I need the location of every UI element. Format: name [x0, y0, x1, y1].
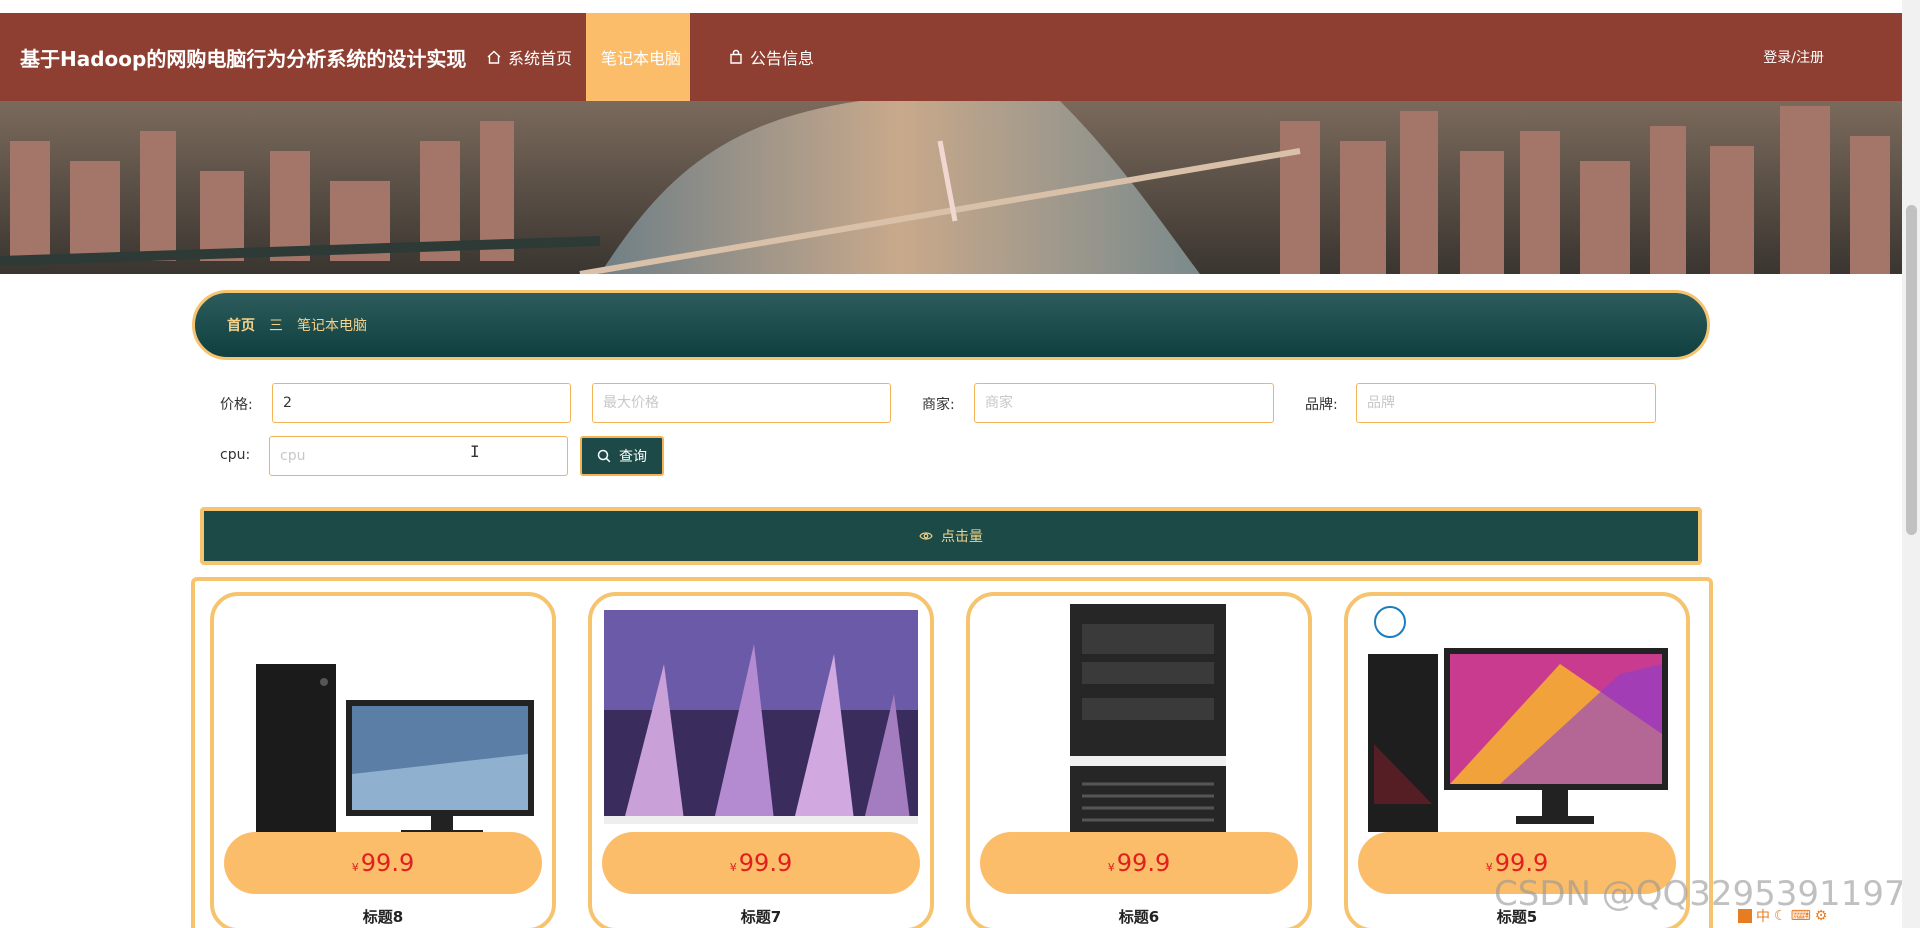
product-card[interactable]: ¥ 99.9 标题6	[966, 592, 1312, 928]
nav-item-notices[interactable]: 公告信息	[728, 13, 814, 101]
sort-bar-label: 点击量	[941, 529, 983, 545]
nav-item-home-label: 系统首页	[508, 49, 573, 68]
merchant-label: 商家:	[922, 397, 955, 413]
text-cursor-icon: I	[470, 442, 480, 461]
breadcrumb: 首页 三 笔记本电脑	[192, 290, 1710, 360]
banner-image	[0, 101, 1920, 274]
cpu-input[interactable]	[269, 436, 568, 476]
keyboard-icon: ⌨	[1790, 908, 1811, 924]
nav-item-notices-label: 公告信息	[750, 49, 815, 68]
nav-item-home[interactable]: 系统首页	[486, 13, 572, 101]
breadcrumb-separator: 三	[269, 318, 283, 334]
cpu-label: cpu:	[220, 447, 251, 463]
product-image	[1070, 604, 1226, 838]
search-button-label: 查询	[619, 449, 647, 465]
product-title[interactable]: 标题6	[970, 906, 1308, 927]
moon-icon: ☾	[1774, 908, 1787, 924]
site-title: 基于Hadoop的网购电脑行为分析系统的设计实现	[20, 47, 467, 71]
brand-label: 品牌:	[1305, 397, 1338, 413]
search-icon	[597, 449, 611, 463]
nav-item-laptops[interactable]: 笔记本电脑	[586, 13, 690, 101]
product-title[interactable]: 标题7	[592, 906, 930, 927]
product-image	[256, 664, 534, 838]
home-icon	[487, 50, 501, 64]
nav-item-laptops-label: 笔记本电脑	[601, 49, 682, 68]
eye-icon	[919, 532, 933, 540]
price-label: 价格:	[220, 397, 253, 413]
product-title[interactable]: 标题8	[214, 906, 552, 927]
product-price: ¥ 99.9	[224, 832, 542, 894]
bag-icon	[730, 49, 742, 64]
product-card[interactable]: ¥ 99.9 标题7	[588, 592, 934, 928]
page-scrollbar[interactable]	[1902, 0, 1920, 928]
max-price-input[interactable]	[592, 383, 891, 423]
merchant-input[interactable]	[974, 383, 1274, 423]
breadcrumb-current: 笔记本电脑	[297, 318, 367, 334]
top-navbar: 基于Hadoop的网购电脑行为分析系统的设计实现 系统首页 笔记本电脑 公告信息…	[0, 13, 1920, 101]
min-price-input[interactable]	[272, 383, 571, 423]
ime-logo-icon	[1738, 909, 1752, 923]
product-price: ¥ 99.9	[602, 832, 920, 894]
gear-icon: ⚙	[1814, 908, 1828, 924]
ime-toolbar[interactable]: 中 ☾ ⌨ ⚙	[1738, 906, 1827, 926]
brand-input[interactable]	[1356, 383, 1656, 423]
product-card[interactable]: ¥ 99.9 标题8	[210, 592, 556, 928]
login-register-link[interactable]: 登录/注册	[1763, 47, 1824, 67]
product-image	[604, 610, 918, 824]
breadcrumb-home-link[interactable]: 首页	[227, 315, 255, 335]
sort-by-clicks-button[interactable]: 点击量	[200, 507, 1702, 565]
ime-mode-label[interactable]: 中	[1756, 906, 1770, 926]
product-image	[1368, 606, 1668, 832]
scrollbar-thumb[interactable]	[1906, 205, 1917, 535]
csdn-watermark: CSDN @QQ3295391197	[1494, 874, 1906, 914]
product-price: ¥ 99.9	[980, 832, 1298, 894]
top-gap	[0, 0, 1920, 13]
search-button[interactable]: 查询	[580, 436, 664, 476]
